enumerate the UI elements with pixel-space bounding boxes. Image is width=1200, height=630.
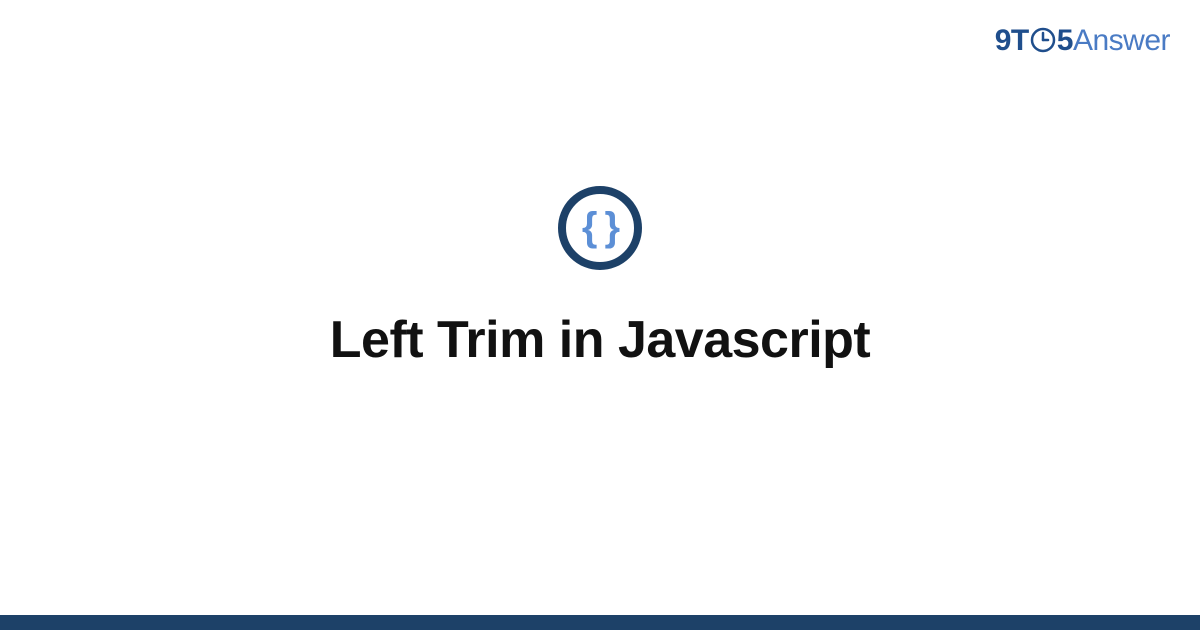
main-content: { } Left Trim in Javascript	[0, 0, 1200, 615]
topic-icon-wrap: { }	[558, 186, 642, 270]
page-title: Left Trim in Javascript	[330, 310, 870, 370]
code-braces-icon: { }	[558, 186, 642, 270]
code-braces-glyph: { }	[582, 205, 618, 250]
footer-accent-bar	[0, 615, 1200, 630]
